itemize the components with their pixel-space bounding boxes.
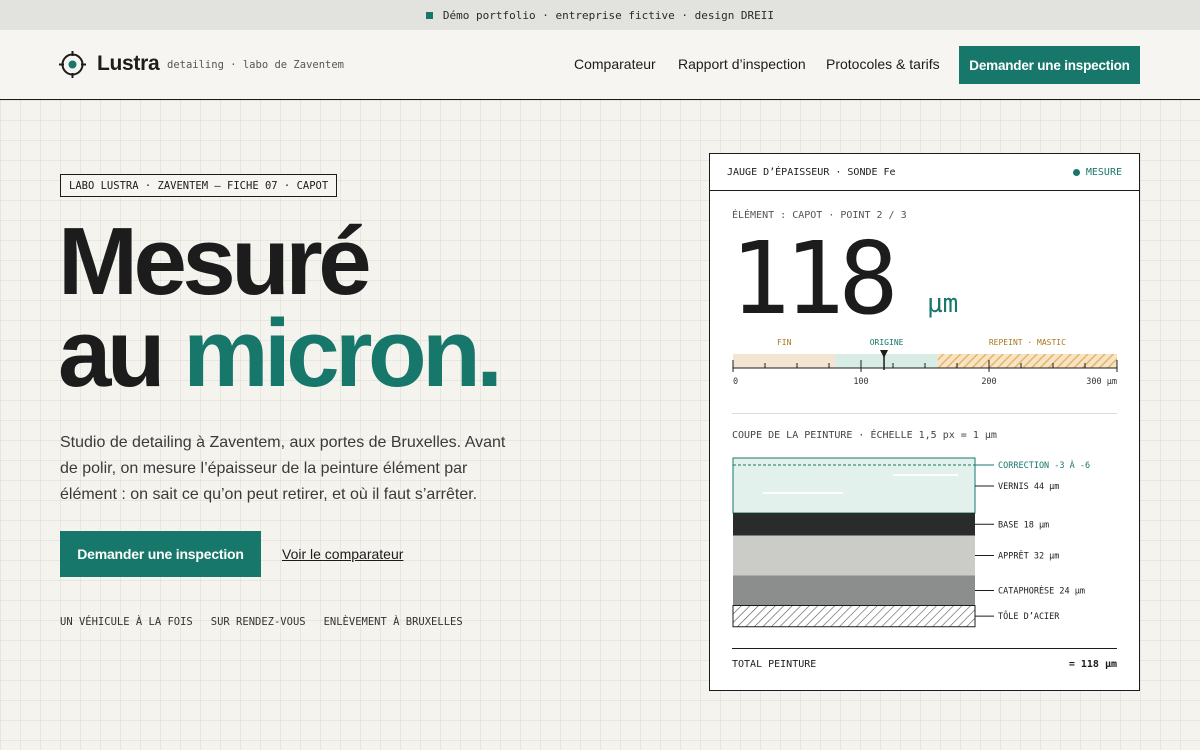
crosshair-logo-icon — [59, 51, 86, 78]
demo-banner-text: Démo portfolio · entreprise fictive · de… — [442, 8, 775, 22]
scale-zone — [733, 354, 836, 368]
layer-label: APPRÊT 32 µm — [998, 550, 1059, 562]
hero-title-micron: micron. — [183, 300, 503, 407]
hero-inspection-button[interactable]: Demander une inspection — [60, 531, 261, 577]
scale-tick-label: 300 µm — [1086, 377, 1117, 387]
total-label: TOTAL PEINTURE — [732, 659, 817, 670]
feature-item: SUR RENDEZ-VOUS — [210, 616, 306, 628]
scale-zone — [835, 354, 938, 368]
hero-title-au: au — [58, 300, 166, 407]
scale-tick-label: 200 — [981, 377, 996, 387]
thickness-unit: µm — [927, 289, 959, 319]
thickness-value: 118 — [730, 220, 899, 337]
square-icon — [425, 11, 433, 19]
paint-layer — [733, 513, 975, 536]
feature-item: ENLÈVEMENT À BRUXELLES — [323, 616, 463, 628]
brand-tagline: detailing · labo de Zaventem — [167, 59, 345, 71]
brand-name[interactable]: Lustra — [97, 52, 160, 76]
nav-protocoles-tarifs[interactable]: Protocoles & tarifs — [826, 56, 940, 72]
scale-tick-label: 0 — [733, 377, 738, 387]
thickness-gauge-panel: JAUGE D’ÉPAISSEUR · SONDE Fe MESURE ÉLÉM… — [709, 153, 1140, 691]
hero-title-line1: Mesuré — [58, 208, 372, 315]
gauge-status-label: MESURE — [1085, 167, 1122, 178]
paint-layer — [733, 575, 975, 606]
paint-cross-section: CORRECTION -3 À -6 VERNIS 44 µm BASE 18 µm… — [732, 457, 1090, 628]
scale-tick-label: 100 — [853, 377, 868, 387]
gauge-title: JAUGE D’ÉPAISSEUR · SONDE Fe — [727, 167, 896, 178]
feature-item: UN VÉHICULE À LA FOIS — [60, 616, 193, 628]
paint-layer — [732, 457, 976, 514]
paint-layer — [732, 605, 976, 628]
layer-label: BASE 18 µm — [998, 520, 1049, 530]
total-value: = 118 µm — [1068, 659, 1117, 670]
total-rule — [732, 648, 1117, 649]
layer-label: TÔLE D’ACIER — [998, 610, 1060, 622]
layer-label: VERNIS 44 µm — [998, 482, 1059, 492]
header-inspection-button[interactable]: Demander une inspection — [959, 46, 1140, 84]
demo-banner: Démo portfolio · entreprise fictive · de… — [0, 0, 1200, 30]
comparateur-link[interactable]: Voir le comparateur — [282, 546, 403, 562]
site-header: Lustra detailing · labo de Zaventem Comp… — [0, 30, 1200, 100]
correction-label: CORRECTION -3 À -6 — [998, 459, 1090, 471]
coupe-label: COUPE DE LA PEINTURE · ÉCHELLE 1,5 px = … — [732, 430, 997, 441]
scale-zone — [937, 354, 1117, 368]
hero-lead: Studio de detailing à Zaventem, aux port… — [60, 434, 506, 503]
feature-list: UN VÉHICULE À LA FOIS SUR RENDEZ-VOUS EN… — [60, 616, 463, 628]
nav-comparateur[interactable]: Comparateur — [574, 56, 656, 72]
hero-title-line2: au micron. — [58, 306, 503, 402]
hero-title: Mesuré au micron. — [58, 208, 503, 402]
layer-label: CATAPHORÈSE 24 µm — [998, 585, 1085, 597]
scale-zone-label: ORIGINE — [870, 338, 904, 347]
thickness-scale: FIN ORIGINE REPEINT · MASTIC 0 100 200 300 µm — [732, 338, 1118, 387]
gauge-status: MESURE — [1072, 167, 1122, 178]
scale-zone-label: FIN — [777, 338, 792, 347]
nav-rapport-inspection[interactable]: Rapport d’inspection — [678, 56, 806, 72]
status-dot-icon — [1072, 169, 1080, 176]
gauge-header: JAUGE D’ÉPAISSEUR · SONDE Fe MESURE — [710, 154, 1139, 191]
scale-zone-label: REPEINT · MASTIC — [989, 338, 1066, 347]
paint-layer — [733, 535, 975, 576]
fiche-badge: LABO LUSTRA · ZAVENTEM — FICHE 07 · CAPO… — [60, 174, 338, 197]
divider — [732, 413, 1117, 414]
